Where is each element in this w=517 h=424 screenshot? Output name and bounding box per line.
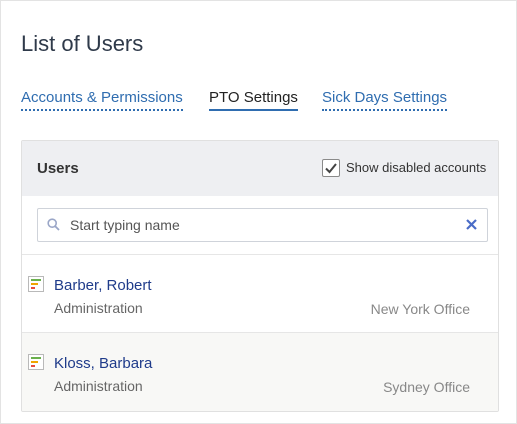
user-department: Administration [54,300,143,316]
user-row[interactable]: Barber, Robert Administration New York O… [22,254,498,333]
org-chart-icon [28,276,44,292]
show-disabled-label[interactable]: Show disabled accounts [346,160,486,175]
tab-sick-days-settings[interactable]: Sick Days Settings [322,89,448,111]
users-panel: Users Show disabled accounts Start typin… [21,140,499,412]
check-icon [325,163,337,174]
app-frame: List of Users Accounts & Permissions PTO… [0,0,517,424]
user-department: Administration [54,378,143,394]
search-icon [47,218,60,231]
user-row[interactable]: Kloss, Barbara Administration Sydney Off… [22,332,498,411]
tab-accounts-permissions[interactable]: Accounts & Permissions [21,89,183,111]
users-panel-header: Users Show disabled accounts [22,141,498,196]
close-icon[interactable] [466,219,477,230]
tab-pto-settings[interactable]: PTO Settings [209,89,298,111]
user-office: Sydney Office [383,379,470,395]
org-chart-icon [28,354,44,370]
panel-title: Users [37,160,79,177]
user-office: New York Office [370,301,470,317]
search-input[interactable] [68,210,462,240]
user-name-link[interactable]: Barber, Robert [54,277,152,294]
search-field[interactable] [37,208,488,242]
page-title: List of Users [21,31,144,56]
show-disabled-checkbox[interactable] [322,159,340,177]
user-name-link[interactable]: Kloss, Barbara [54,355,152,372]
